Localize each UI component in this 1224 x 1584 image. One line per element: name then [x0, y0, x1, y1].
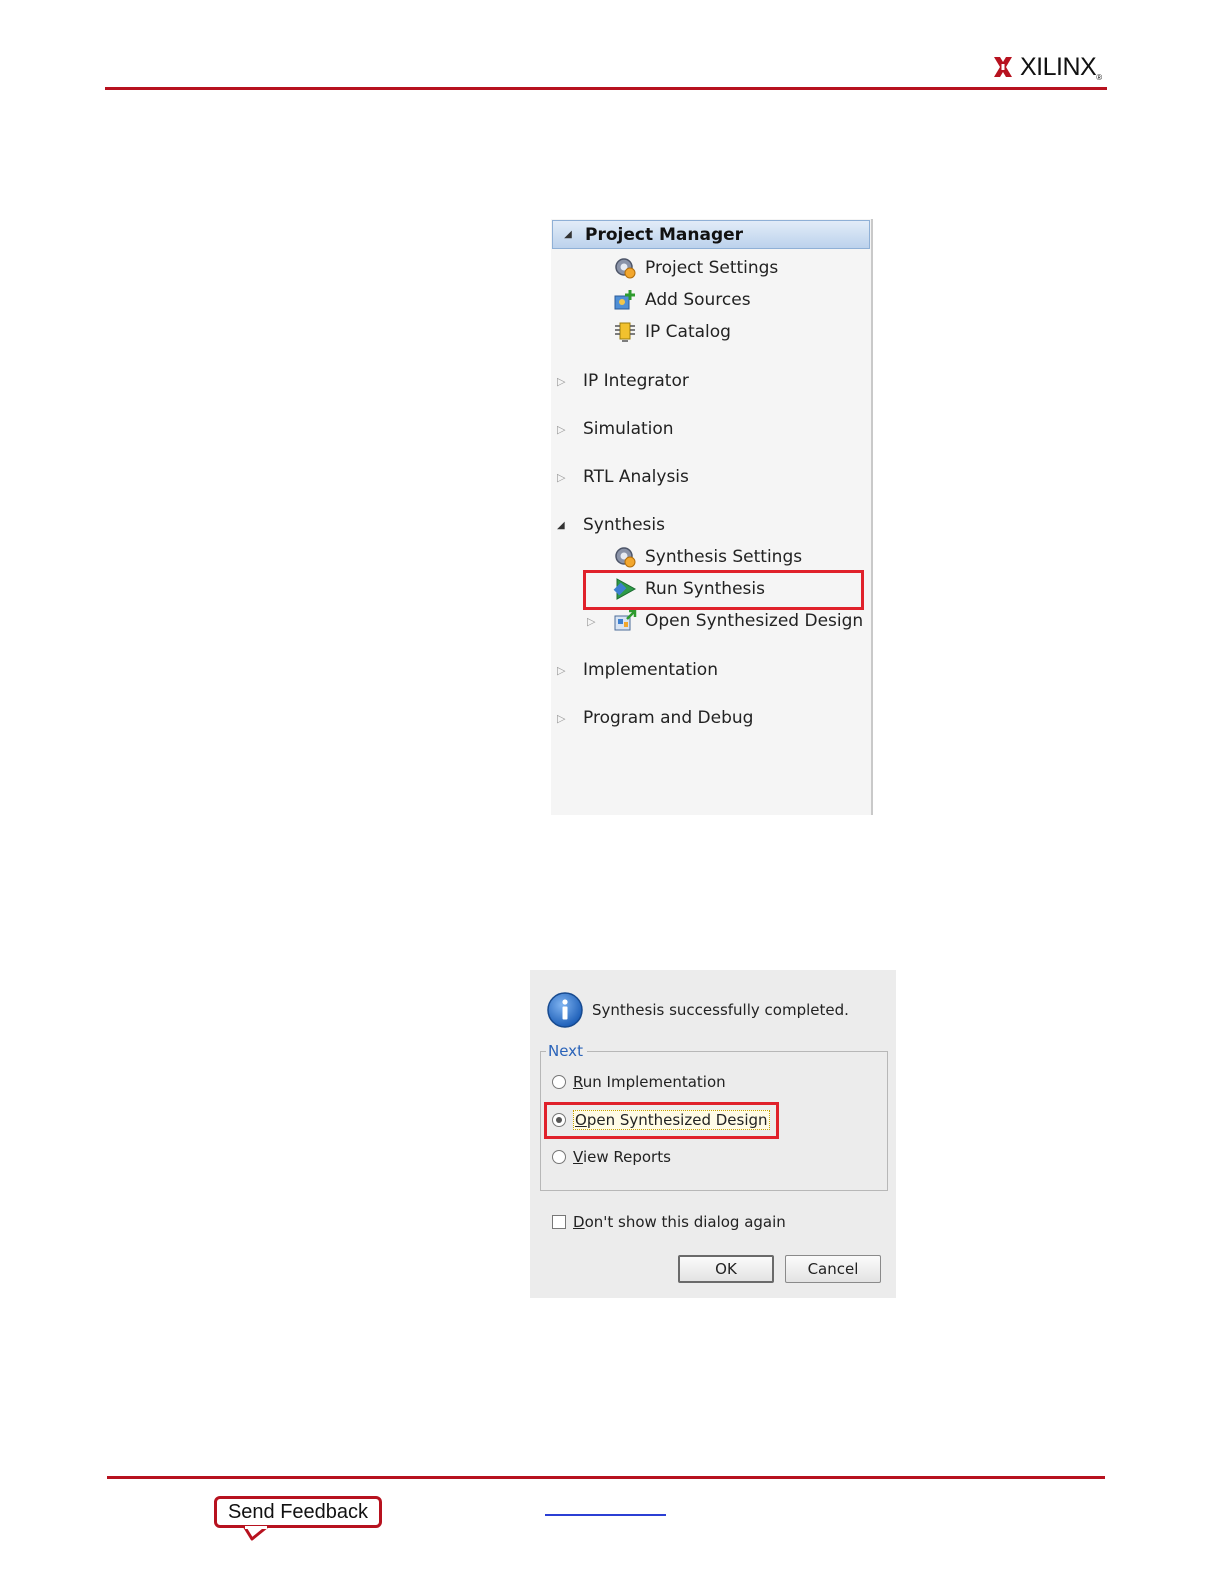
section-label: Simulation — [583, 419, 674, 439]
radio-label: Run Implementation — [573, 1073, 726, 1091]
radio-view-reports[interactable]: View Reports — [552, 1146, 671, 1168]
checkbox-label: Don't show this dialog again — [573, 1213, 786, 1231]
open-design-highlight-box — [544, 1102, 779, 1139]
expand-caret-icon[interactable]: ▷ — [557, 423, 569, 436]
footer-link-underline[interactable] — [545, 1514, 666, 1516]
radio-button[interactable] — [552, 1150, 566, 1164]
expand-caret-icon[interactable]: ▷ — [557, 375, 569, 388]
radio-label: View Reports — [573, 1148, 671, 1166]
radio-run-implementation[interactable]: Run Implementation — [552, 1071, 726, 1093]
speech-tail-icon — [242, 1526, 269, 1541]
nav-item-synthesis-settings[interactable]: Synthesis Settings — [613, 544, 802, 570]
dont-show-again-checkbox-row[interactable]: Don't show this dialog again — [552, 1211, 786, 1233]
radio-button[interactable] — [552, 1075, 566, 1089]
gear-icon — [613, 256, 637, 280]
nav-item-label: IP Catalog — [645, 322, 731, 342]
footer-rule — [107, 1476, 1105, 1479]
section-label: Program and Debug — [583, 708, 754, 728]
section-implementation[interactable]: ▷ Implementation — [557, 657, 718, 683]
expand-caret-icon[interactable]: ▷ — [587, 615, 599, 628]
header-rule — [105, 87, 1107, 90]
run-synthesis-highlight-box — [583, 570, 864, 610]
nav-item-label: Add Sources — [645, 290, 751, 310]
nav-item-add-sources[interactable]: Add Sources — [613, 287, 751, 313]
section-project-manager[interactable]: ◢ Project Manager — [552, 220, 870, 249]
ip-chip-icon — [613, 320, 637, 344]
expand-caret-icon[interactable]: ▷ — [557, 471, 569, 484]
section-synthesis[interactable]: ◢ Synthesis — [557, 512, 665, 538]
dialog-message: Synthesis successfully completed. — [592, 1001, 849, 1019]
collapse-caret-icon[interactable]: ◢ — [557, 520, 569, 531]
flow-navigator-panel: ◢ Project Manager Project Settings Add S… — [551, 219, 873, 815]
gear-icon — [613, 545, 637, 569]
add-sources-icon — [613, 288, 637, 312]
nav-item-open-synthesized-design[interactable]: ▷ Open Synthesized Design — [587, 608, 863, 634]
nav-item-project-settings[interactable]: Project Settings — [613, 255, 778, 281]
ok-button[interactable]: OK — [678, 1255, 774, 1283]
section-label: Project Manager — [585, 224, 744, 245]
nav-item-label: Open Synthesized Design — [645, 611, 864, 631]
checkbox[interactable] — [552, 1215, 566, 1229]
expand-caret-icon[interactable]: ◢ — [553, 229, 583, 240]
xilinx-x-mark-icon — [994, 57, 1012, 77]
info-icon — [547, 992, 583, 1028]
cancel-button[interactable]: Cancel — [785, 1255, 881, 1283]
nav-item-ip-catalog[interactable]: IP Catalog — [613, 319, 731, 345]
send-feedback-button[interactable]: Send Feedback — [214, 1496, 382, 1528]
section-label: IP Integrator — [583, 371, 689, 391]
open-design-icon — [613, 609, 637, 633]
next-group-label: Next — [546, 1042, 587, 1060]
section-label: Synthesis — [583, 515, 665, 535]
section-label: Implementation — [583, 660, 718, 680]
nav-item-label: Synthesis Settings — [645, 547, 803, 567]
send-feedback-label: Send Feedback — [227, 1500, 369, 1523]
expand-caret-icon[interactable]: ▷ — [557, 664, 569, 677]
section-rtl-analysis[interactable]: ▷ RTL Analysis — [557, 464, 689, 490]
brand-name: XILINX® — [1020, 52, 1102, 82]
section-ip-integrator[interactable]: ▷ IP Integrator — [557, 368, 689, 394]
section-label: RTL Analysis — [583, 467, 689, 487]
section-simulation[interactable]: ▷ Simulation — [557, 416, 674, 442]
section-program-and-debug[interactable]: ▷ Program and Debug — [557, 705, 753, 731]
expand-caret-icon[interactable]: ▷ — [557, 712, 569, 725]
xilinx-logo: XILINX® — [992, 52, 1102, 82]
nav-item-label: Project Settings — [645, 258, 779, 278]
